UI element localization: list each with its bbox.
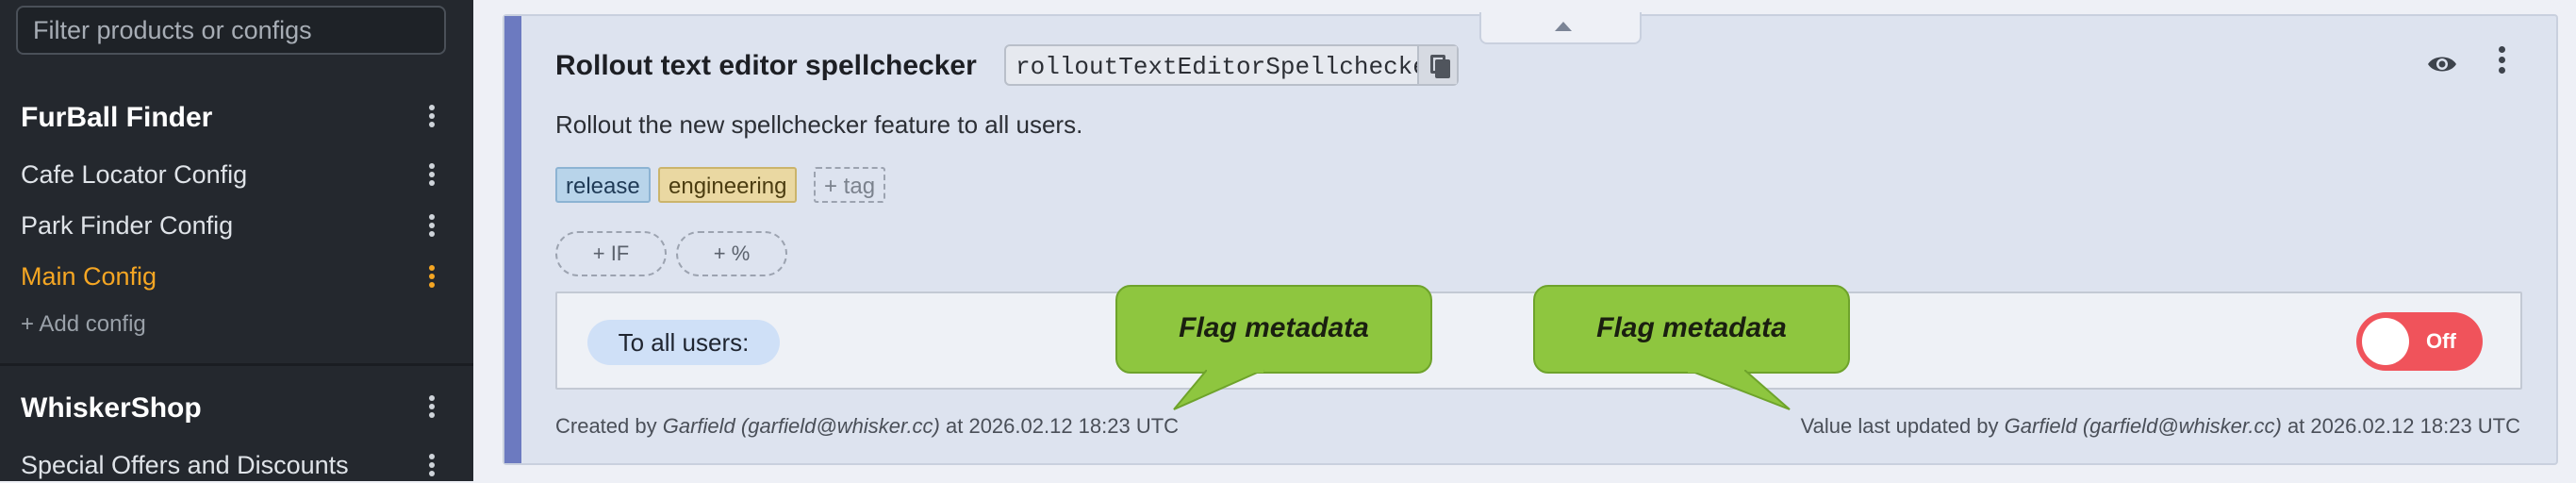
config-menu-icon[interactable]	[422, 262, 441, 294]
updated-metadata: Value last updated by Garfield (garfield…	[1801, 414, 2520, 439]
tag-release[interactable]: release	[555, 167, 651, 203]
product-title-furball-finder[interactable]: FurBall Finder	[21, 102, 212, 134]
config-menu-icon[interactable]	[422, 451, 441, 483]
sidebar-item-main-config[interactable]: Main Config	[21, 262, 157, 291]
add-tag-button[interactable]: + tag	[814, 167, 886, 203]
flag-description: Rollout the new spellchecker feature to …	[555, 110, 1083, 139]
callout-flag-metadata-left: Flag metadata	[1115, 285, 1432, 374]
flag-title: Rollout text editor spellchecker	[555, 50, 977, 81]
flag-card: Rollout text editor spellchecker rollout…	[503, 12, 2558, 465]
add-if-button[interactable]: + IF	[555, 231, 667, 276]
add-percent-button[interactable]: + %	[676, 231, 787, 276]
sidebar-item-special-offers[interactable]: Special Offers and Discounts	[21, 451, 349, 480]
toggle-knob	[2362, 318, 2409, 365]
flag-menu-icon[interactable]	[2492, 42, 2511, 80]
flag-key-box: rolloutTextEditorSpellchecker	[1004, 44, 1459, 86]
created-metadata: Created by Garfield (garfield@whisker.cc…	[555, 414, 1179, 439]
tag-engineering[interactable]: engineering	[658, 167, 798, 203]
updated-by: Garfield (garfield@whisker.cc)	[2004, 414, 2282, 438]
sidebar-item-cafe-locator-config[interactable]: Cafe Locator Config	[21, 160, 247, 190]
config-menu-icon[interactable]	[422, 160, 441, 192]
callout-flag-metadata-right: Flag metadata	[1533, 285, 1850, 374]
filter-input[interactable]	[16, 6, 446, 55]
rule-label: To all users:	[587, 320, 780, 365]
eye-icon[interactable]	[2426, 50, 2458, 78]
copy-key-button[interactable]	[1417, 46, 1457, 84]
updated-prefix: Value last updated by	[1800, 414, 2005, 438]
flag-value-toggle[interactable]: Off	[2356, 312, 2483, 371]
sidebar-divider	[0, 363, 473, 366]
add-config-button[interactable]: + Add config	[21, 311, 146, 338]
collapse-button[interactable]	[1479, 12, 1642, 44]
callout-tail-left	[1173, 370, 1264, 410]
product-menu-icon[interactable]	[422, 392, 441, 425]
updated-suffix: at 2026.02.12 18:23 UTC	[2281, 414, 2520, 438]
config-menu-icon[interactable]	[422, 211, 441, 243]
copy-icon-front	[1435, 59, 1450, 78]
sidebar-item-park-finder-config[interactable]: Park Finder Config	[21, 211, 233, 241]
created-by: Garfield (garfield@whisker.cc)	[662, 414, 940, 438]
flag-key[interactable]: rolloutTextEditorSpellchecker	[1016, 53, 1442, 81]
card-accent-bar	[504, 16, 521, 463]
chevron-up-icon	[1555, 22, 1572, 31]
product-title-whiskershop[interactable]: WhiskerShop	[21, 392, 202, 425]
created-prefix: Created by	[555, 414, 663, 438]
product-menu-icon[interactable]	[422, 102, 441, 134]
sidebar: FurBall Finder Cafe Locator Config Park …	[0, 0, 473, 481]
created-suffix: at 2026.02.12 18:23 UTC	[939, 414, 1180, 438]
toggle-label: Off	[2426, 329, 2456, 353]
callout-tail-right	[1688, 370, 1791, 410]
